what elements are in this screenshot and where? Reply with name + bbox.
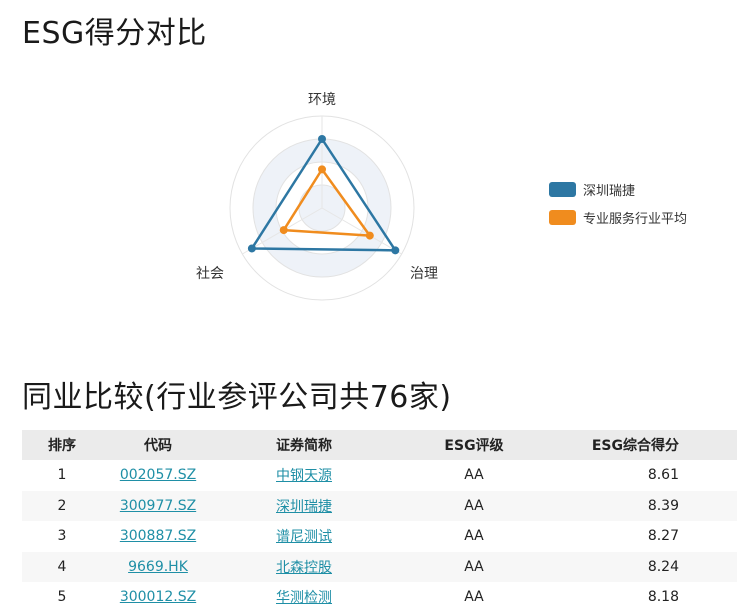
stock-name-link[interactable]: 华测检测	[276, 590, 332, 606]
cell-rating: AA	[464, 528, 484, 545]
cell-name: 深圳瑞捷	[214, 490, 394, 521]
stock-name-link[interactable]: 谱尼测试	[276, 529, 332, 545]
radar-point[interactable]	[318, 135, 326, 143]
cell-code: 9669.HK	[102, 551, 214, 582]
cell-rating: AA	[394, 490, 554, 521]
cell-code: 002057.SZ	[102, 460, 214, 491]
cell-score: 8.61	[647, 467, 679, 484]
cell-score: 8.27	[647, 528, 679, 545]
chart-legend: 深圳瑞捷 专业服务行业平均	[549, 178, 687, 234]
table-row: 5 300012.SZ 华测检测 AA 8.18	[22, 582, 737, 613]
radar-point[interactable]	[318, 165, 326, 174]
radar-axis-label: 环境	[308, 92, 336, 108]
table-header-row: 排序 代码 证券简称 ESG评级 ESG综合得分	[22, 430, 737, 460]
cell-code: 300012.SZ	[102, 582, 214, 613]
legend-label-company: 深圳瑞捷	[583, 183, 636, 199]
header-rating: ESG评级	[394, 430, 554, 460]
legend-swatch-industry-average	[549, 209, 576, 225]
cell-score: 8.18	[647, 589, 679, 606]
stock-code-link[interactable]: 002057.SZ	[120, 467, 196, 483]
cell-rank: 1	[57, 467, 67, 484]
stock-name-link[interactable]: 深圳瑞捷	[276, 499, 332, 515]
header-rank: 排序	[22, 430, 102, 460]
table-row: 3 300887.SZ 谱尼测试 AA 8.27	[22, 521, 737, 552]
table-row: 2 300977.SZ 深圳瑞捷 AA 8.39	[22, 490, 737, 521]
cell-code: 300887.SZ	[102, 521, 214, 552]
cell-rating: AA	[464, 589, 484, 606]
table-row: 4 9669.HK 北森控股 AA 8.24	[22, 551, 737, 582]
legend-label-industry-average: 专业服务行业平均	[583, 211, 688, 227]
cell-name: 谱尼测试	[214, 521, 394, 552]
cell-name: 华测检测	[214, 582, 394, 613]
stock-code-link[interactable]: 300012.SZ	[120, 589, 196, 605]
radar-point[interactable]	[391, 246, 400, 255]
header-name: 证券简称	[214, 430, 394, 460]
cell-rank: 5	[57, 589, 67, 606]
table-row: 1 002057.SZ 中钢天源 AA 8.61	[22, 460, 737, 491]
radar-point[interactable]	[247, 244, 256, 253]
cell-rank: 2	[22, 490, 102, 521]
cell-rank: 4	[22, 551, 102, 582]
radar-axis-label: 治理	[410, 266, 438, 282]
cell-name: 北森控股	[214, 551, 394, 582]
radar-point[interactable]	[279, 226, 288, 235]
peer-comparison-table: 排序 代码 证券简称 ESG评级 ESG综合得分 1 002057.SZ 中钢天源 A…	[22, 430, 737, 613]
esg-radar-chart: 环境治理 社会	[196, 92, 438, 301]
stock-code-link[interactable]: 300977.SZ	[120, 498, 196, 514]
cell-rank: 3	[57, 528, 67, 545]
header-code: 代码	[102, 430, 214, 460]
stock-code-link[interactable]: 9669.HK	[128, 559, 188, 575]
legend-item-industry-average[interactable]: 专业服务行业平均	[549, 206, 687, 228]
header-score: ESG综合得分	[554, 430, 737, 460]
cell-score: 8.24	[554, 551, 737, 582]
legend-item-company[interactable]: 深圳瑞捷	[549, 178, 687, 200]
peer-section-title: 同业比较(行业参评公司共76家)	[22, 380, 452, 415]
stock-code-link[interactable]: 300887.SZ	[120, 528, 196, 544]
cell-score: 8.39	[554, 490, 737, 521]
esg-section-title: ESG得分对比	[22, 16, 207, 51]
stock-name-link[interactable]: 北森控股	[276, 560, 332, 576]
cell-rating: AA	[464, 467, 484, 484]
stock-name-link[interactable]: 中钢天源	[276, 468, 332, 484]
cell-name: 中钢天源	[214, 460, 394, 491]
cell-code: 300977.SZ	[102, 490, 214, 521]
cell-rating: AA	[394, 551, 554, 582]
legend-swatch-company	[549, 181, 576, 197]
radar-point[interactable]	[365, 231, 374, 240]
radar-axis-label: 社会	[196, 266, 224, 282]
